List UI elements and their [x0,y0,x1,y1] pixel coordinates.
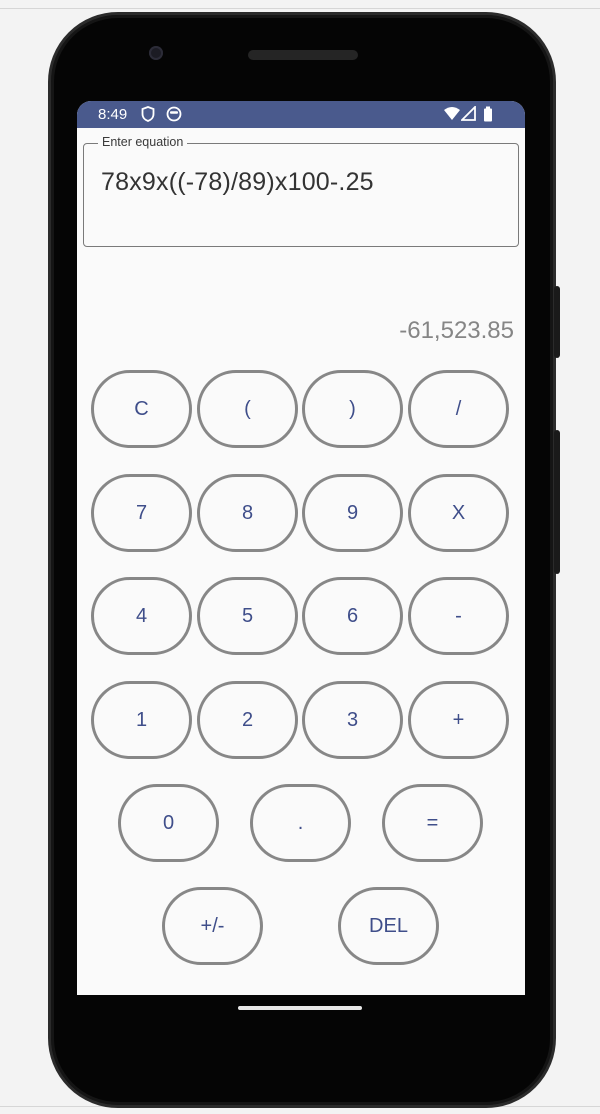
home-gesture-bar[interactable] [238,1006,362,1010]
clear-button[interactable]: C [91,370,192,448]
digit-4-button[interactable]: 4 [91,577,192,655]
digit-6-button[interactable]: 6 [302,577,403,655]
equals-button[interactable]: = [382,784,483,862]
decimal-point-button[interactable]: . [250,784,351,862]
divide-button[interactable]: / [408,370,509,448]
result-display: -61,523.85 [399,317,514,344]
equation-input[interactable]: 78x9x((-78)/89)x100-.25 [101,168,374,197]
digit-5-button[interactable]: 5 [197,577,298,655]
signal-icon [461,106,476,121]
digit-2-button[interactable]: 2 [197,681,298,759]
digit-7-button[interactable]: 7 [91,474,192,552]
earpiece-speaker [248,50,358,60]
volume-button [554,430,560,574]
wifi-icon [444,107,460,120]
open-paren-button[interactable]: ( [197,370,298,448]
status-bar: 8:49 [77,101,525,128]
delete-button[interactable]: DEL [338,887,439,965]
face-icon [166,106,182,122]
subtract-button[interactable]: - [408,577,509,655]
close-paren-button[interactable]: ) [302,370,403,448]
app-screen: 8:49 Enter equation 78x9x((-78)/89)x100-… [77,101,525,995]
add-button[interactable]: + [408,681,509,759]
digit-8-button[interactable]: 8 [197,474,298,552]
power-button [554,286,560,358]
digit-0-button[interactable]: 0 [118,784,219,862]
window-top-divider [0,8,600,9]
status-time: 8:49 [98,106,128,123]
toggle-sign-button[interactable]: +/- [162,887,263,965]
battery-icon [484,106,492,122]
equation-field-label: Enter equation [98,135,188,149]
multiply-button[interactable]: X [408,474,509,552]
digit-9-button[interactable]: 9 [302,474,403,552]
digit-1-button[interactable]: 1 [91,681,192,759]
digit-3-button[interactable]: 3 [302,681,403,759]
equation-field[interactable]: Enter equation 78x9x((-78)/89)x100-.25 [83,135,519,247]
front-camera [149,46,163,60]
shield-icon [141,106,155,122]
